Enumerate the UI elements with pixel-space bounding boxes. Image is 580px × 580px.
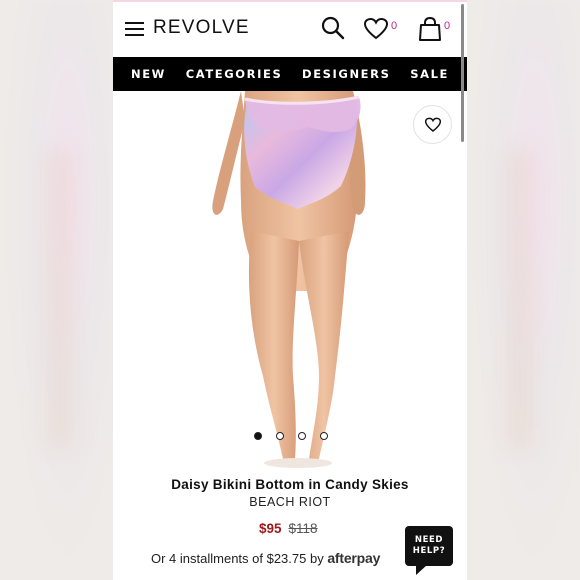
afterpay-logo[interactable]: afterpay	[327, 550, 380, 566]
shopping-bag-icon[interactable]	[418, 16, 442, 42]
background-blur-shape	[500, 150, 540, 450]
carousel-dot[interactable]	[320, 432, 328, 440]
product-image-carousel[interactable]	[113, 91, 467, 471]
wishlist-count-badge: 0	[391, 20, 398, 32]
carousel-dot[interactable]	[276, 432, 284, 440]
price-row: $95 $118	[259, 521, 318, 536]
heart-icon[interactable]	[363, 17, 389, 41]
product-brand[interactable]: BEACH RIOT	[113, 495, 467, 509]
menu-icon[interactable]	[125, 22, 144, 36]
wishlist-heart-icon	[424, 117, 441, 132]
product-image	[212, 91, 366, 468]
logo[interactable]: REVOLVE	[153, 17, 250, 39]
product-title: Daisy Bikini Bottom in Candy Skies	[171, 477, 409, 492]
installments-text: Or 4 installments of $23.75 by	[151, 551, 324, 566]
need-help-line2: HELP?	[412, 546, 446, 556]
header-accent-strip	[113, 0, 467, 2]
scrollbar[interactable]	[461, 4, 464, 142]
original-price: $118	[288, 521, 318, 536]
main-nav: NEW CATEGORIES DESIGNERS SALE	[113, 57, 467, 91]
nav-item-categories[interactable]: CATEGORIES	[186, 67, 283, 81]
installments-info: Or 4 installments of $23.75 by afterpay	[151, 550, 380, 566]
nav-item-designers[interactable]: DESIGNERS	[302, 67, 390, 81]
background-blur-shape	[40, 150, 80, 450]
nav-item-sale[interactable]: SALE	[410, 67, 449, 81]
search-icon[interactable]	[320, 15, 346, 41]
sale-price: $95	[259, 521, 282, 536]
cart-count-badge: 0	[444, 20, 451, 32]
phone-screen: REVOLVE 0 0 NEW CATEGORIES DESIGNERS SAL…	[113, 0, 467, 580]
header: REVOLVE 0 0	[113, 0, 467, 57]
chat-bubble-tail	[416, 565, 427, 575]
need-help-button[interactable]: NEED HELP?	[405, 526, 453, 566]
carousel-dots	[254, 432, 328, 440]
nav-item-new[interactable]: NEW	[131, 67, 166, 81]
carousel-dot[interactable]	[254, 432, 262, 440]
need-help-line1: NEED	[414, 535, 444, 545]
wishlist-button[interactable]	[413, 105, 452, 144]
carousel-dot[interactable]	[298, 432, 306, 440]
